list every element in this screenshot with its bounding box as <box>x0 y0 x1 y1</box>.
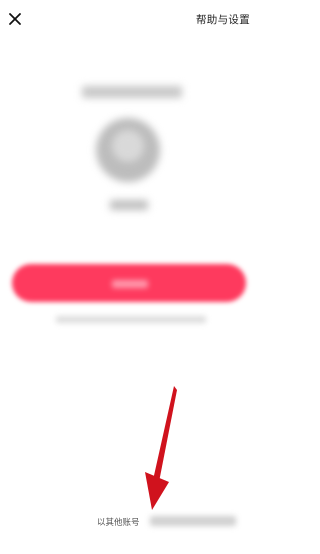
avatar-inner <box>112 130 144 162</box>
blurred-terms-text <box>56 316 206 323</box>
close-button[interactable] <box>6 10 24 28</box>
arrow-shaft <box>153 386 177 482</box>
blurred-button-label <box>112 280 148 288</box>
blurred-account-number <box>150 516 236 526</box>
help-settings-link[interactable]: 帮助与设置 <box>196 12 250 27</box>
blurred-title <box>82 86 182 98</box>
login-other-account-link[interactable]: 以其他账号 <box>97 516 140 528</box>
blurred-username <box>110 200 148 210</box>
close-icon <box>9 13 21 25</box>
arrow-head <box>145 472 169 510</box>
login-screen: 帮助与设置 以其他账号 <box>0 0 265 554</box>
